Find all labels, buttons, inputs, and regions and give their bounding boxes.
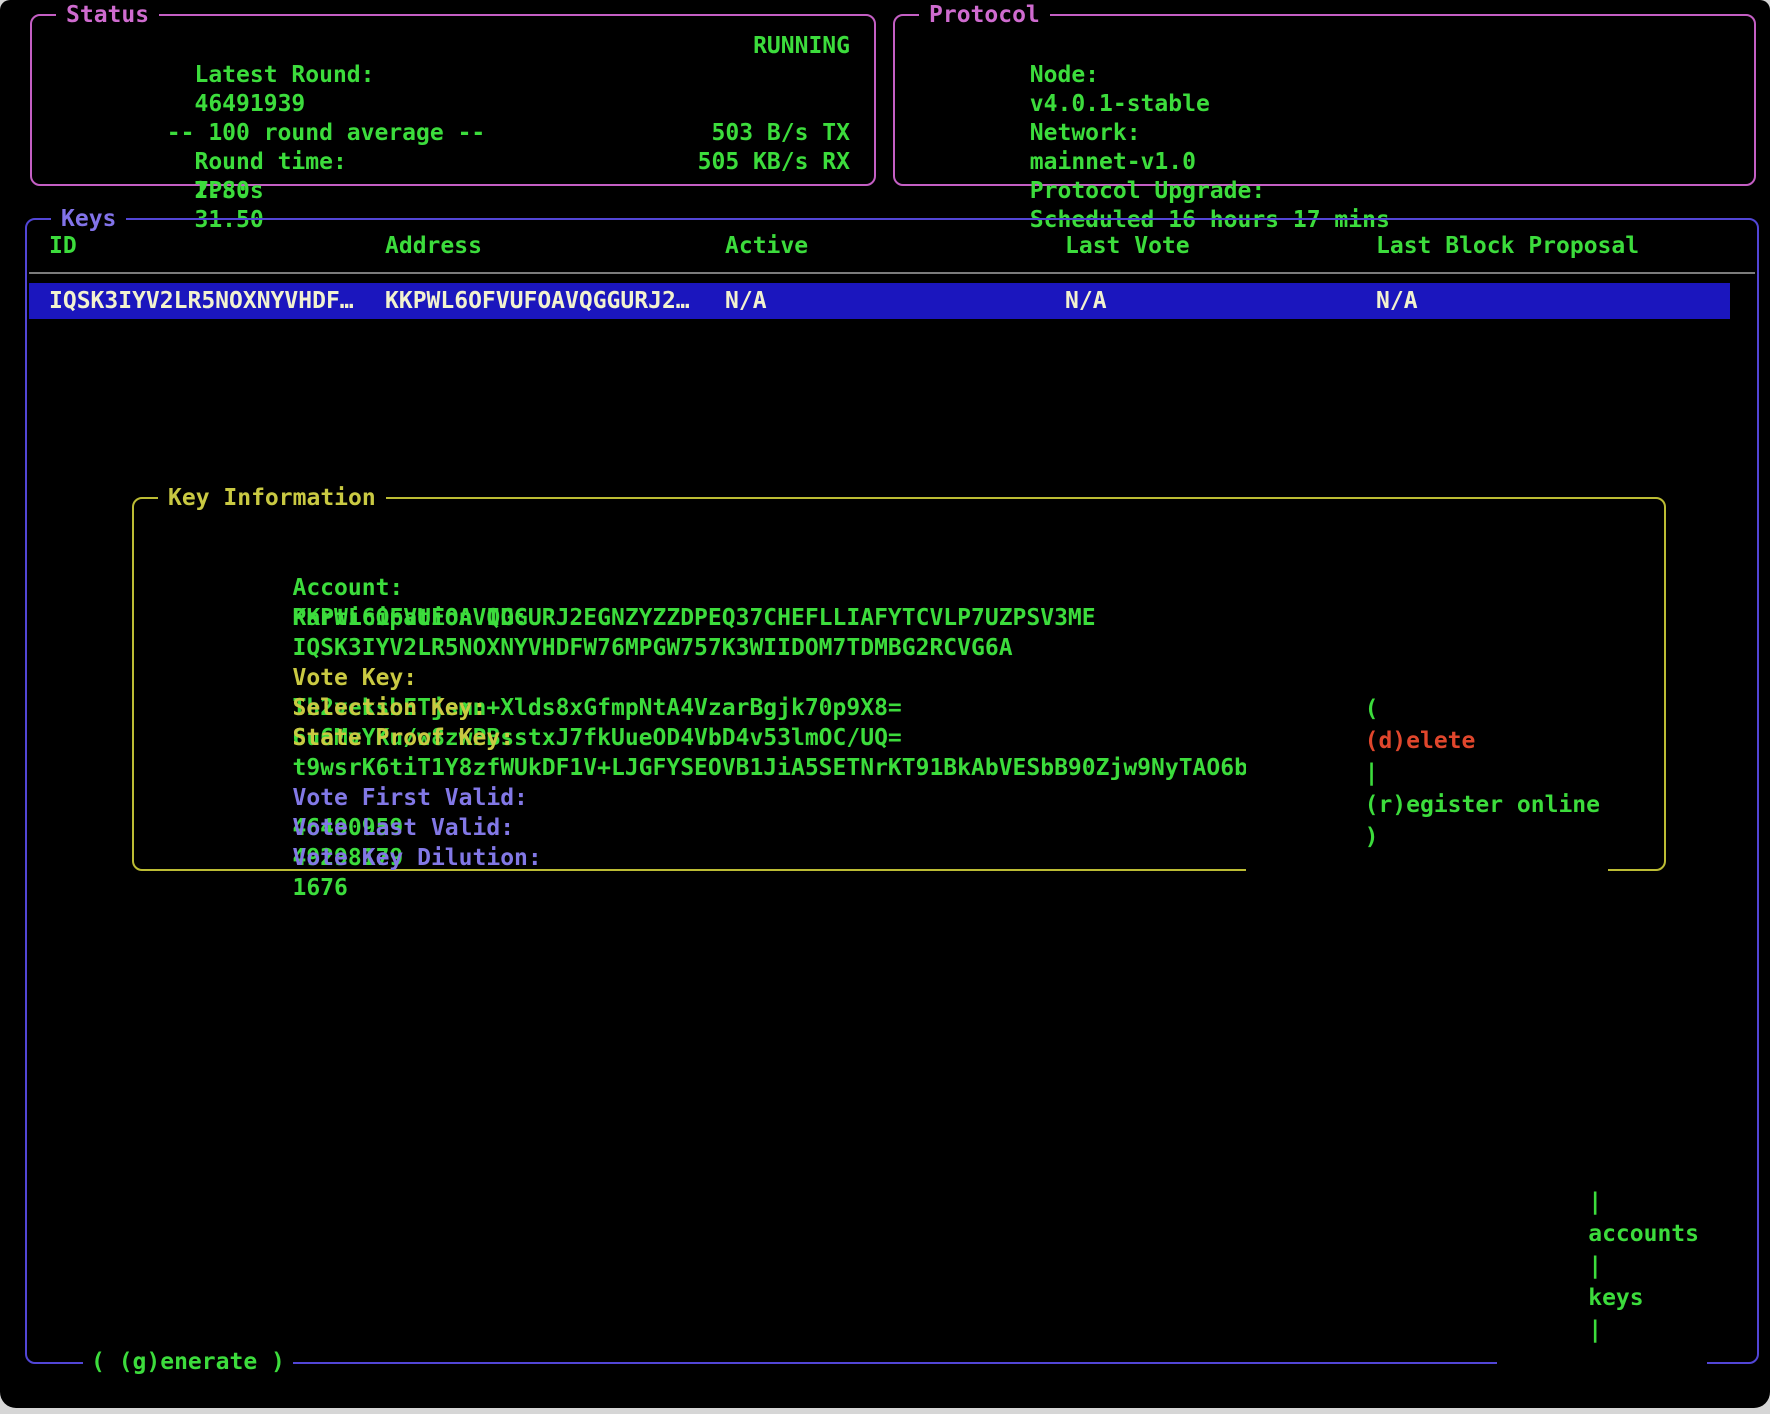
node-version-label: Node: [1030,62,1099,88]
tab-separator: | [1588,1253,1602,1279]
keys-panel: Keys ID Address Active Last Vote Last Bl… [25,218,1759,1364]
participation-id-value: IQSK3IYV2LR5NOXNYVHDFW76MPGW757K3WIIDOM7… [292,635,1012,661]
header-cell-last-block-proposal: Last Block Proposal [1376,232,1757,261]
status-panel-title: Status [56,0,159,31]
delete-action[interactable]: (d)elete [1365,728,1476,754]
row-cell-address: KKPWL6OFVUFOAVQGGURJ2… [385,283,725,319]
tab-separator: | [1588,1317,1602,1343]
tab-separator: | [1588,1189,1602,1215]
network-value: mainnet-v1.0 [1030,149,1196,175]
register-online-action[interactable]: (r)egister online [1365,792,1600,818]
vote-key-dilution-label: Vote Key Dilution: [292,845,541,871]
keys-panel-title: Keys [51,203,126,235]
actions-open-paren: ( [1365,696,1379,722]
status-panel: Status Latest Round: 46491939 RUNNING --… [30,14,876,186]
node-version-value: v4.0.1-stable [1030,91,1210,117]
latest-round-value: 46491939 [194,91,305,117]
header-cell-address: Address [385,232,725,261]
protocol-panel: Protocol Node: v4.0.1-stable Network: ma… [893,14,1756,186]
network-label: Network: [1030,120,1141,146]
key-information-title: Key Information [158,482,386,514]
selection-key-label: Selection Key: [292,695,486,721]
latest-round-label: Latest Round: [194,62,374,88]
key-actions: ( (d)elete | (r)egister online ) [1246,661,1608,885]
participation-id-label: Participation ID: [292,605,527,631]
rx-rate-value: 505 KB/s RX [698,148,850,177]
tx-rate-value: 503 B/s TX [712,119,850,148]
state-proof-key-label: State Proof Key: [292,725,514,751]
keys-table-header: ID Address Active Last Vote Last Block P… [27,220,1757,272]
header-cell-last-vote: Last Vote [1065,232,1376,261]
vote-first-valid-label: Vote First Valid: [292,785,527,811]
tab-keys[interactable]: keys [1588,1285,1643,1311]
generate-action[interactable]: ( (g)enerate ) [83,1346,293,1378]
header-separator [29,272,1755,274]
vote-key-label: Vote Key: [292,665,417,691]
key-information-panel: Key Information Account: KKPWL6OFVUFOAVQ… [132,497,1666,871]
key-table-row-selected[interactable]: IQSK3IYV2LR5NOXNYVHDF… KKPWL6OFVUFOAVQGG… [29,283,1730,319]
header-cell-active: Active [725,232,1065,261]
row-cell-id: IQSK3IYV2LR5NOXNYVHDF… [49,283,385,319]
actions-separator: | [1365,760,1379,786]
tps-label: TPS: [194,178,249,204]
row-cell-last-block-proposal: N/A [1376,283,1730,319]
actions-close-paren: ) [1365,824,1379,850]
account-label: Account: [292,575,403,601]
terminal-window: Status Latest Round: 46491939 RUNNING --… [0,0,1770,1408]
row-cell-active: N/A [725,283,1065,319]
node-state-badge: RUNNING [753,32,850,61]
header-cell-id: ID [49,232,385,261]
row-cell-last-vote: N/A [1065,283,1376,319]
tab-accounts[interactable]: accounts [1588,1221,1699,1247]
view-tabs: | accounts | keys | [1497,1154,1707,1378]
vote-key-dilution-value: 1676 [292,875,347,901]
vote-last-valid-label: Vote Last Valid: [292,815,514,841]
protocol-upgrade-label: Protocol Upgrade: [1030,178,1265,204]
protocol-panel-title: Protocol [919,0,1050,31]
